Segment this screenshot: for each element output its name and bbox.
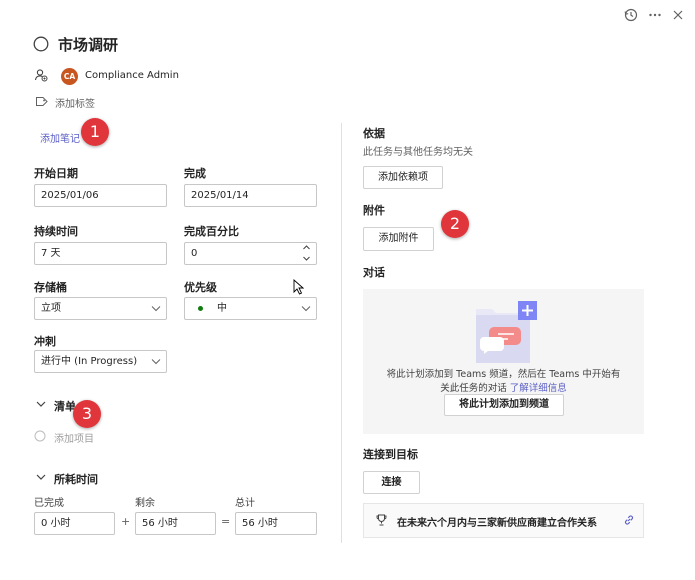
bucket-value: 立项 xyxy=(41,303,61,314)
add-label-link[interactable]: 添加标签 xyxy=(55,95,95,110)
plus-sign: + xyxy=(121,515,131,528)
add-dependency-button[interactable]: 添加依赖项 xyxy=(363,166,443,189)
complete-task-circle-icon[interactable] xyxy=(33,36,49,52)
history-icon[interactable] xyxy=(624,8,638,22)
start-date-field[interactable]: 2025/01/06 xyxy=(34,184,167,207)
percent-complete-stepper[interactable]: 0 xyxy=(184,242,317,265)
dependencies-title: 依据 xyxy=(363,127,385,140)
collapse-effort-icon[interactable] xyxy=(36,473,46,481)
add-checklist-item-input[interactable]: 添加项目 xyxy=(54,430,94,445)
start-date-label: 开始日期 xyxy=(34,167,78,180)
close-icon[interactable] xyxy=(672,9,684,21)
effort-completed-field[interactable]: 0 小时 xyxy=(34,512,115,535)
conversation-text-line2: 关此任务的对话 xyxy=(440,383,507,394)
effort-remaining-label: 剩余 xyxy=(135,498,155,509)
sprint-dropdown[interactable]: 进行中 (In Progress) xyxy=(34,350,167,373)
checklist-item-circle-icon xyxy=(34,430,46,442)
priority-dot-icon xyxy=(198,306,203,311)
goal-text: 在未来六个月内与三家新供应商建立合作关系 xyxy=(397,518,597,529)
collapse-checklist-icon[interactable] xyxy=(36,400,46,408)
teams-chat-illustration-icon xyxy=(476,301,537,363)
effort-completed-label: 已完成 xyxy=(34,498,64,509)
priority-label: 优先级 xyxy=(184,281,217,294)
effort-total-label: 总计 xyxy=(235,498,255,509)
due-date-label: 完成 xyxy=(184,167,206,180)
task-title[interactable]: 市场调研 xyxy=(58,34,118,55)
effort-remaining-field[interactable]: 56 小时 xyxy=(135,512,216,535)
sprint-label: 冲刺 xyxy=(34,335,56,348)
avatar: CA xyxy=(61,68,78,85)
tag-icon[interactable] xyxy=(35,95,48,107)
dependencies-description: 此任务与其他任务均无关 xyxy=(363,147,473,158)
chevron-down-icon xyxy=(151,306,161,312)
stepper-up-icon[interactable] xyxy=(302,244,311,251)
more-icon[interactable] xyxy=(648,8,662,22)
bucket-label: 存储桶 xyxy=(34,281,67,294)
due-date-field[interactable]: 2025/01/14 xyxy=(184,184,317,207)
learn-more-link[interactable]: 了解详细信息 xyxy=(510,383,567,394)
equals-sign: = xyxy=(221,515,231,528)
bucket-dropdown[interactable]: 立项 xyxy=(34,297,167,320)
link-icon[interactable] xyxy=(623,514,635,526)
connect-goals-title: 连接到目标 xyxy=(363,448,418,461)
chevron-down-icon xyxy=(151,359,161,365)
connect-goal-button[interactable]: 连接 xyxy=(363,471,420,494)
sprint-value: 进行中 (In Progress) xyxy=(41,356,138,367)
mouse-cursor-icon xyxy=(293,279,304,295)
conversation-text-line1: 将此计划添加到 Teams 频道，然后在 Teams 中开始有 xyxy=(386,369,621,380)
priority-dropdown[interactable]: 中 xyxy=(184,297,317,320)
add-note-link[interactable]: 添加笔记 xyxy=(40,130,80,145)
annotation-badge-3: 3 xyxy=(73,400,101,428)
trophy-icon xyxy=(376,514,387,526)
add-plan-to-channel-button[interactable]: 将此计划添加到频道 xyxy=(444,394,564,416)
priority-value: 中 xyxy=(217,303,227,314)
effort-total-field[interactable]: 56 小时 xyxy=(235,512,317,535)
stepper-down-icon[interactable] xyxy=(302,255,311,262)
add-attachment-button[interactable]: 添加附件 xyxy=(363,227,434,251)
effort-title: 所耗时间 xyxy=(54,473,98,486)
percent-complete-label: 完成百分比 xyxy=(184,225,239,238)
conversation-text-line2-wrap: 关此任务的对话 了解详细信息 xyxy=(363,380,644,394)
chevron-down-icon xyxy=(301,306,311,312)
annotation-badge-2: 2 xyxy=(441,210,469,238)
assignee-name[interactable]: Compliance Admin xyxy=(85,70,179,81)
assign-person-icon[interactable] xyxy=(34,68,48,82)
column-divider xyxy=(341,123,342,543)
attachments-title: 附件 xyxy=(363,204,385,217)
conversation-title: 对话 xyxy=(363,266,385,279)
annotation-badge-1: 1 xyxy=(81,118,109,146)
avatar-initials: CA xyxy=(63,72,76,81)
duration-label: 持续时间 xyxy=(34,225,78,238)
duration-field[interactable]: 7 天 xyxy=(34,242,167,265)
